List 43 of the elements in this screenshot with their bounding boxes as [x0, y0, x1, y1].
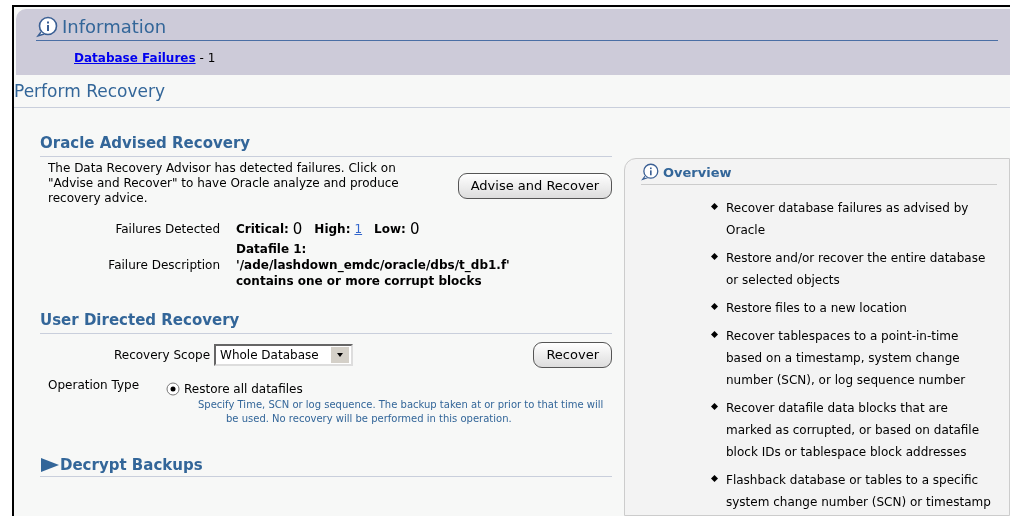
section-title: User Directed Recovery	[40, 310, 240, 329]
failure-count: - 1	[199, 50, 216, 67]
failure-description-line: contains one or more corrupt blocks	[236, 273, 483, 289]
field-label: Recovery Scope	[114, 346, 210, 364]
radio-button[interactable]	[166, 381, 180, 396]
overview-item: Recover datafile data blocks that are marked as corrupted, or based on datafile block IDs or tablespace block addresses	[726, 400, 981, 461]
bullet-icon	[711, 403, 718, 410]
operation-hint: Specify Time, SCN or log sequence. The backup taken at or prior to that time will be used. No recovery will be performed in this operation.	[198, 397, 605, 426]
section-title: Decrypt Backups	[60, 454, 203, 476]
info-title: Information	[62, 15, 167, 39]
critical-count: 0	[292, 219, 303, 240]
expand-triangle-icon[interactable]	[40, 456, 60, 473]
overview-item: Recover tablespaces to a point-in-time based on a timestamp, system change number (SCN), or log sequence number	[726, 328, 967, 389]
section-title: Oracle Advised Recovery	[40, 133, 251, 152]
advise-and-recover-button[interactable]: Advise and Recover	[457, 173, 612, 199]
failure-description-line: Datafile 1:	[236, 240, 308, 257]
overview-item: Restore and/or recover the entire database or selected objects	[726, 250, 987, 289]
bullet-icon	[711, 203, 718, 210]
bullet-icon	[711, 331, 718, 338]
bullet-icon	[711, 303, 718, 310]
bullet-icon	[711, 253, 718, 260]
high-count-link[interactable]: 1	[354, 220, 363, 239]
recover-button[interactable]: Recover	[533, 342, 612, 368]
critical-label: Critical:	[236, 221, 289, 239]
bullet-icon	[711, 475, 718, 482]
overview-title: Overview	[663, 163, 732, 182]
high-label: High:	[314, 221, 351, 239]
field-label: Failure Description	[107, 256, 220, 274]
info-icon	[641, 163, 659, 182]
database-failures-link[interactable]: Database Failures	[74, 49, 196, 67]
page-title: Perform Recovery	[14, 81, 165, 101]
radio-label: Restore all datafiles	[184, 380, 303, 398]
recovery-scope-select[interactable]: Whole Database	[214, 343, 353, 366]
overview-item: Restore files to a new location	[726, 300, 907, 317]
field-label: Failures Detected	[114, 221, 220, 239]
low-label: Low:	[374, 221, 406, 239]
advisor-description: The Data Recovery Advisor has detected failures. Click on "Advise and Recover" to have Oracle analyze and produce recovery advice.	[48, 161, 400, 206]
low-count: 0	[409, 219, 420, 240]
overview-item: Recover database failures as advised by Oracle	[726, 200, 970, 239]
failure-description-line: '/ade/lashdown_emdc/oracle/dbs/t_db1.f'	[236, 256, 511, 273]
overview-item: Flashback database or tables to a specific system change number (SCN) or timestamp	[726, 472, 992, 511]
field-label: Operation Type	[48, 376, 141, 394]
info-icon	[36, 15, 58, 38]
